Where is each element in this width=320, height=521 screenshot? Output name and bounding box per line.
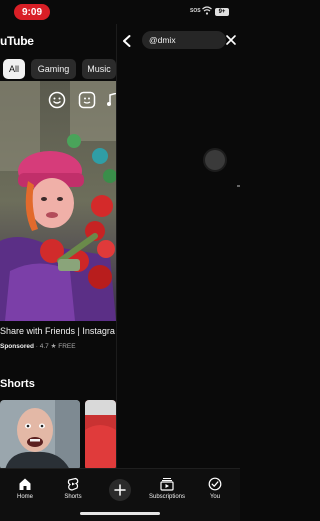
signal-text: SOS <box>190 8 201 14</box>
short-thumbnail[interactable] <box>0 400 80 468</box>
youtube-home-pane: uTube All Gaming Music Share with Friend… <box>0 24 116 468</box>
chip-music[interactable]: Music <box>82 59 116 79</box>
nav-subscriptions-label: Subscriptions <box>148 494 186 500</box>
sticker-icon <box>78 91 96 109</box>
shorts-section-heading: Shorts <box>0 378 35 390</box>
pane-divider <box>116 24 117 468</box>
back-chevron-icon[interactable] <box>120 34 134 48</box>
smile-icon <box>48 91 66 109</box>
account-check-icon <box>208 477 222 491</box>
nav-shorts-label: Shorts <box>64 494 82 500</box>
ad-rating: 4.7 ★ <box>39 343 57 350</box>
ad-meta: Sponsored · 4.7 ★ FREE <box>0 342 76 350</box>
short-thumbnail-artwork <box>85 400 116 468</box>
wifi-icon <box>202 6 212 15</box>
ad-title[interactable]: Share with Friends | Instagra <box>0 326 115 336</box>
battery-indicator: 9+ <box>215 8 229 16</box>
create-button[interactable] <box>109 479 131 501</box>
nav-home-label: Home <box>16 494 33 500</box>
subscriptions-icon <box>160 478 174 491</box>
chip-all[interactable]: All <box>3 59 25 79</box>
short-thumbnail[interactable] <box>85 400 116 468</box>
touch-indicator <box>205 150 225 170</box>
search-input[interactable]: @dmix <box>142 31 226 49</box>
plus-icon <box>114 484 126 496</box>
chip-gaming[interactable]: Gaming <box>31 59 76 79</box>
nav-home[interactable]: Home <box>8 469 42 521</box>
music-note-icon <box>107 93 116 106</box>
edge-indicator <box>237 185 240 187</box>
short-thumbnail-artwork <box>0 400 80 468</box>
shorts-icon <box>67 477 79 491</box>
sponsored-label: Sponsored <box>0 343 34 350</box>
close-icon[interactable] <box>225 34 237 46</box>
ad-thumbnail-artwork <box>0 81 116 321</box>
ad-video-thumbnail[interactable] <box>0 81 116 321</box>
status-time: 9:09 <box>14 4 50 20</box>
ad-price: FREE <box>58 343 76 350</box>
nav-you[interactable]: You <box>198 469 232 521</box>
nav-you-label: You <box>209 494 221 500</box>
youtube-logo[interactable]: uTube <box>0 34 34 48</box>
home-indicator <box>80 512 160 515</box>
home-icon <box>19 478 31 490</box>
